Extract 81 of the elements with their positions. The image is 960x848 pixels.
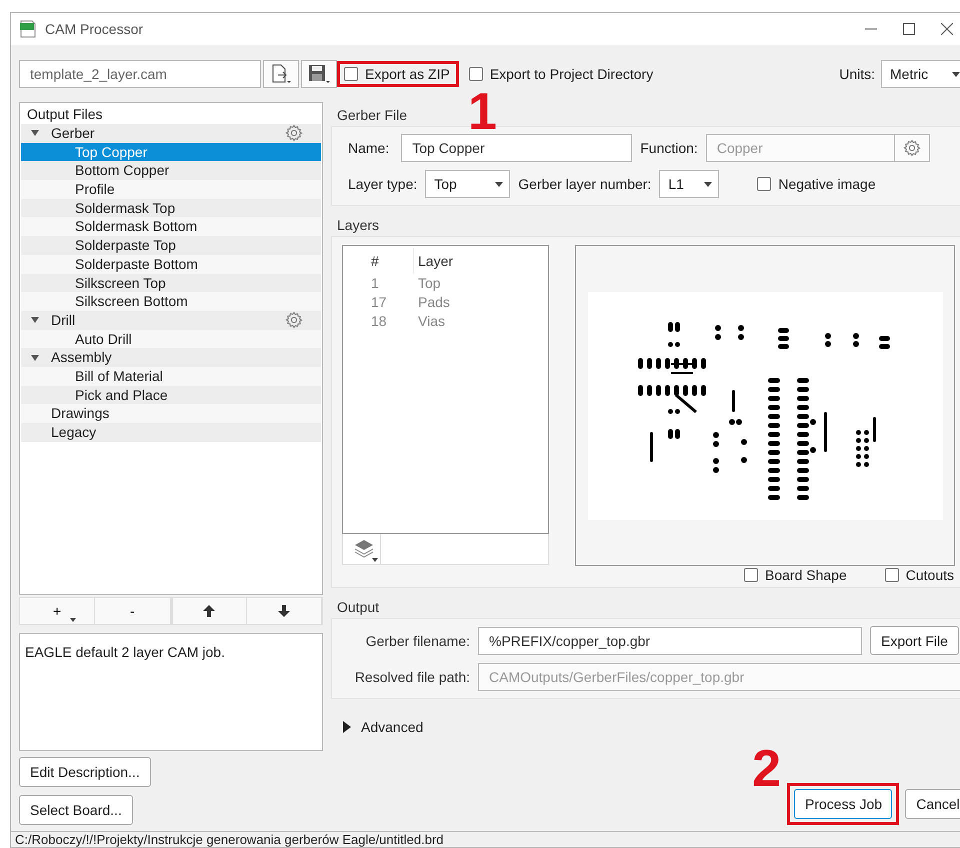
- layer-number: 1: [370, 274, 380, 293]
- tree-item[interactable]: Drill: [21, 310, 321, 330]
- function-settings-button[interactable]: [894, 134, 930, 162]
- name-field[interactable]: Top Copper: [401, 134, 632, 162]
- tree-item[interactable]: Gerber: [21, 124, 321, 143]
- move-up-button[interactable]: [172, 598, 247, 624]
- tree-item[interactable]: Top Copper: [21, 142, 321, 162]
- arrow-up-icon: [202, 604, 216, 618]
- caret-icon: [952, 72, 960, 76]
- caret-icon: [495, 182, 504, 186]
- tree-item[interactable]: Profile: [21, 180, 321, 199]
- expand-arrow-icon[interactable]: [31, 130, 39, 136]
- export-file-button[interactable]: Export File: [870, 626, 959, 655]
- tree-item[interactable]: Silkscreen Bottom: [21, 292, 321, 311]
- description-box[interactable]: EAGLE default 2 layer CAM job.: [19, 633, 323, 751]
- advanced-toggle[interactable]: Advanced: [343, 719, 960, 735]
- edit-description-button[interactable]: Edit Description...: [19, 757, 151, 787]
- tree-item[interactable]: Bottom Copper: [21, 161, 321, 180]
- section-heading: Gerber File: [336, 106, 408, 125]
- filename-label: Gerber filename:: [364, 632, 470, 648]
- layer-type-label: Layer type:: [348, 176, 418, 192]
- caret-icon: [704, 182, 712, 186]
- select-board-button[interactable]: Select Board...: [19, 795, 133, 825]
- tree-item[interactable]: Solderpaste Top: [21, 236, 321, 255]
- gear-icon[interactable]: [902, 139, 921, 157]
- export-project-checkbox[interactable]: Export to Project Directory: [468, 66, 654, 82]
- units-dropdown[interactable]: Metric: [881, 60, 960, 88]
- maximize-icon[interactable]: [903, 23, 915, 35]
- tree-item[interactable]: Auto Drill: [21, 330, 321, 348]
- cancel-button[interactable]: Cancel: [905, 789, 960, 819]
- tree-item[interactable]: Solderpaste Bottom: [21, 254, 321, 274]
- job-file-field[interactable]: template_2_layer.cam: [19, 60, 261, 88]
- annotation-number: 2: [752, 743, 781, 795]
- expand-arrow-icon[interactable]: [31, 354, 39, 361]
- board-shape-checkbox[interactable]: Board Shape: [744, 567, 847, 583]
- layer-number: 18: [370, 312, 388, 331]
- tree-item[interactable]: Assembly: [21, 348, 321, 367]
- negative-image-checkbox[interactable]: Negative image: [757, 176, 876, 192]
- expand-arrow-icon[interactable]: [31, 317, 39, 324]
- gear-icon[interactable]: [285, 311, 303, 330]
- document-arrow-icon: [270, 64, 292, 84]
- column-header: #: [370, 252, 380, 271]
- tree-item[interactable]: Soldermask Top: [21, 198, 321, 218]
- open-file-button[interactable]: [263, 60, 299, 88]
- tree-header: Output Files: [26, 105, 104, 124]
- function-label: Function:: [640, 140, 698, 156]
- resolved-path-label: Resolved file path:: [354, 669, 470, 685]
- section-heading: Output: [336, 598, 380, 617]
- status-bar: C:/Roboczy/!/!Projekty/Instrukcje generowania gerberów Eagle/untitled.brd: [11, 831, 960, 847]
- layer-number: 17: [370, 293, 388, 312]
- cutouts-checkbox[interactable]: Cutouts: [884, 567, 954, 583]
- window-title: CAM Processor: [45, 21, 144, 37]
- caret-icon: [70, 618, 76, 622]
- tree-item[interactable]: Bill of Material: [21, 366, 321, 386]
- export-zip-checkbox[interactable]: Export as ZIP: [344, 66, 450, 82]
- tree-item[interactable]: Drawings: [21, 404, 321, 423]
- filename-field[interactable]: %PREFIX/copper_top.gbr: [478, 626, 862, 654]
- gear-icon[interactable]: [285, 124, 303, 142]
- tree-item[interactable]: Silkscreen Top: [21, 274, 321, 292]
- layer-type-dropdown[interactable]: Top: [425, 170, 510, 198]
- layer-name: Top: [417, 274, 442, 293]
- app-icon: [19, 20, 37, 38]
- tree-item[interactable]: Legacy: [21, 423, 321, 442]
- tree-item[interactable]: Soldermask Bottom: [21, 217, 321, 236]
- layer-number-label: Gerber layer number:: [518, 176, 652, 192]
- layer-name: Vias: [417, 312, 446, 331]
- layer-number-dropdown[interactable]: L1: [659, 170, 720, 198]
- expand-arrow-icon[interactable]: [343, 721, 351, 733]
- section-heading: Layers: [336, 216, 380, 235]
- caret-icon: [372, 558, 378, 562]
- layer-list[interactable]: # Layer 1 Top 17 Pads 18 Vias: [342, 245, 549, 534]
- floppy-disk-icon: [307, 64, 331, 84]
- column-header: Layer: [413, 248, 548, 274]
- process-job-button[interactable]: Process Job: [794, 789, 892, 819]
- arrow-down-icon: [276, 604, 291, 618]
- name-label: Name:: [348, 140, 390, 156]
- close-icon[interactable]: [941, 23, 953, 35]
- save-button[interactable]: [301, 60, 337, 88]
- tree-item[interactable]: Pick and Place: [21, 386, 321, 404]
- layer-name: Pads: [417, 293, 451, 312]
- units-label: Units:: [839, 66, 875, 82]
